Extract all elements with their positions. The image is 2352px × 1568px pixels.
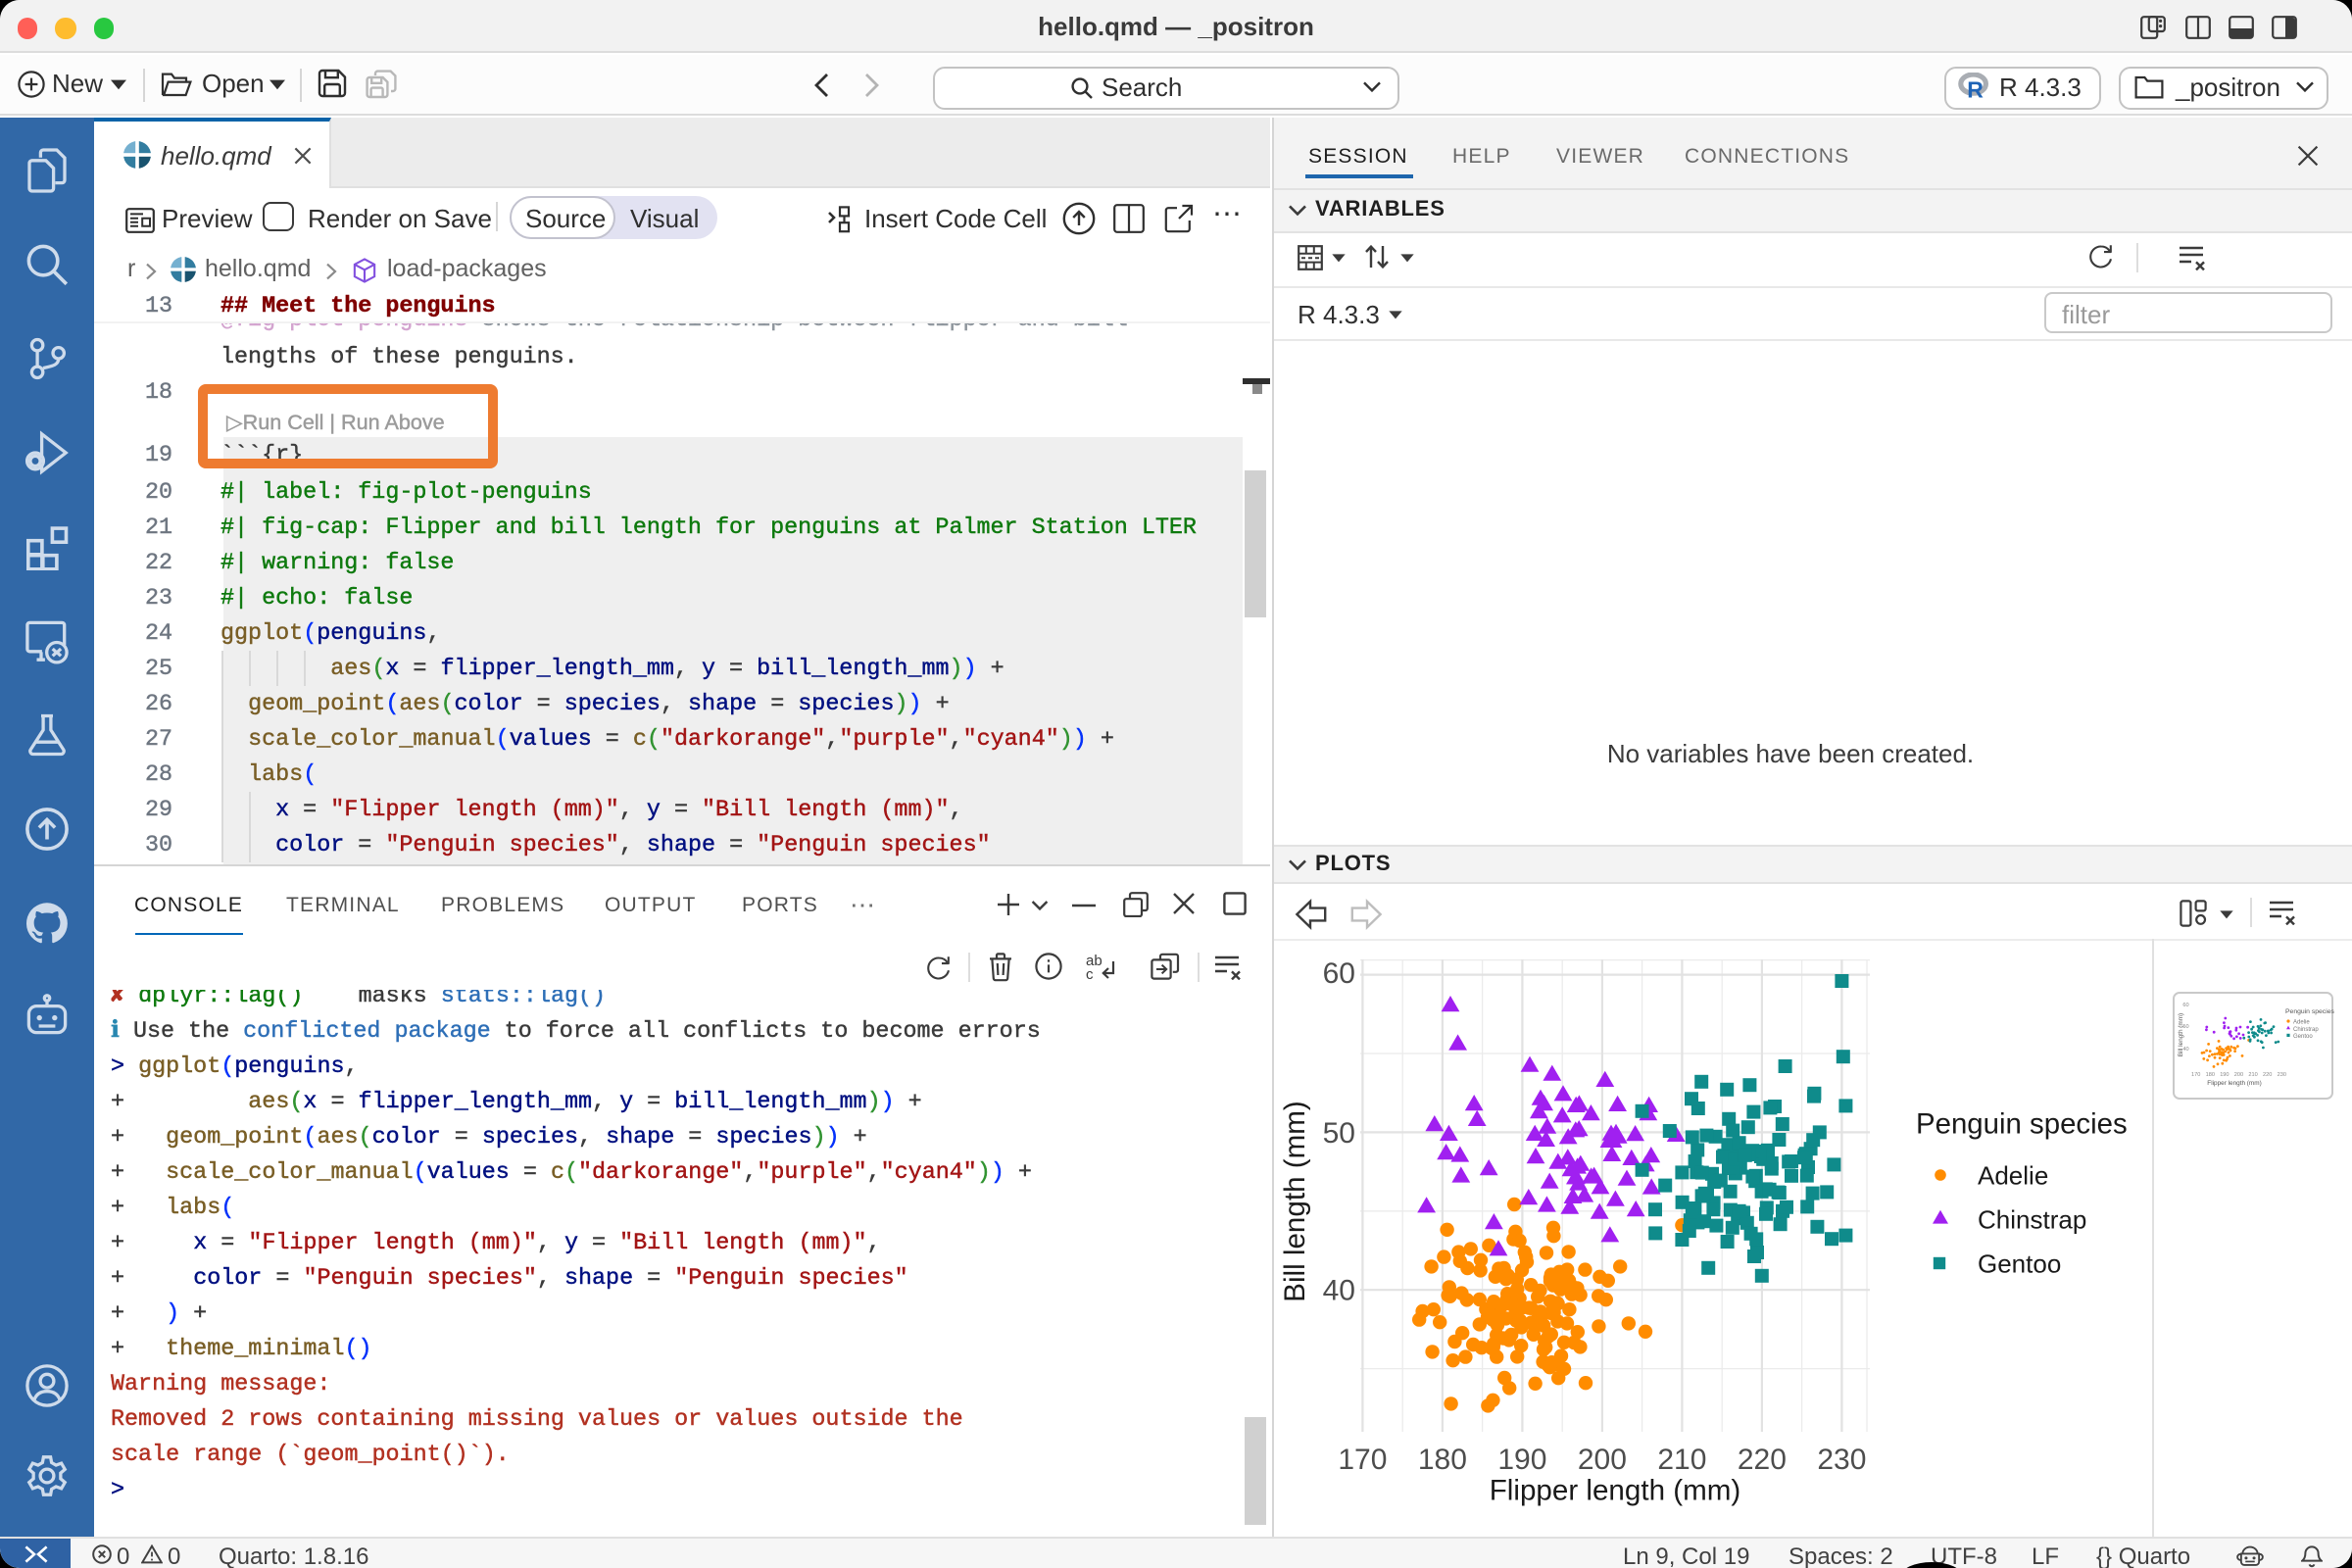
- svg-text:Bill length (mm): Bill length (mm): [1279, 1101, 1311, 1302]
- svg-text:Adelie: Adelie: [1978, 1160, 2048, 1190]
- svg-text:R: R: [1967, 77, 1984, 100]
- svg-text:180: 180: [2206, 1072, 2215, 1078]
- svg-text:220: 220: [2263, 1072, 2272, 1078]
- svg-text:210: 210: [1657, 1444, 1706, 1476]
- svg-text:220: 220: [1738, 1444, 1787, 1476]
- svg-text:190: 190: [1497, 1444, 1546, 1476]
- svg-text:190: 190: [2220, 1072, 2229, 1078]
- svg-text:60: 60: [2182, 1003, 2188, 1008]
- svg-text:210: 210: [2248, 1072, 2257, 1078]
- svg-text:170: 170: [2191, 1072, 2200, 1078]
- svg-text:Penguin species: Penguin species: [2285, 1008, 2334, 1015]
- svg-text:Chinstrap: Chinstrap: [1978, 1204, 2086, 1234]
- svg-text:40: 40: [1323, 1275, 1355, 1307]
- svg-text:Flipper length (mm): Flipper length (mm): [1490, 1475, 1741, 1507]
- svg-text:230: 230: [2278, 1072, 2286, 1078]
- svg-text:50: 50: [1323, 1117, 1355, 1150]
- svg-text:c: c: [1085, 966, 1093, 980]
- svg-text:170: 170: [1338, 1444, 1387, 1476]
- svg-text:Adelie: Adelie: [2293, 1019, 2310, 1025]
- svg-text:Gentoo: Gentoo: [1978, 1249, 2061, 1278]
- svg-text:200: 200: [2234, 1072, 2243, 1078]
- svg-text:60: 60: [1323, 957, 1355, 990]
- svg-text:Penguin species: Penguin species: [1916, 1108, 2128, 1141]
- svg-text:50: 50: [2182, 1024, 2188, 1030]
- svg-text:180: 180: [1418, 1444, 1467, 1476]
- svg-text:230: 230: [1817, 1444, 1866, 1476]
- svg-text:Flipper length (mm): Flipper length (mm): [2207, 1080, 2261, 1087]
- svg-text:40: 40: [2182, 1047, 2188, 1053]
- svg-text:Chinstrap: Chinstrap: [2293, 1027, 2319, 1033]
- svg-text:Gentoo: Gentoo: [2293, 1034, 2313, 1040]
- svg-text:200: 200: [1578, 1444, 1627, 1476]
